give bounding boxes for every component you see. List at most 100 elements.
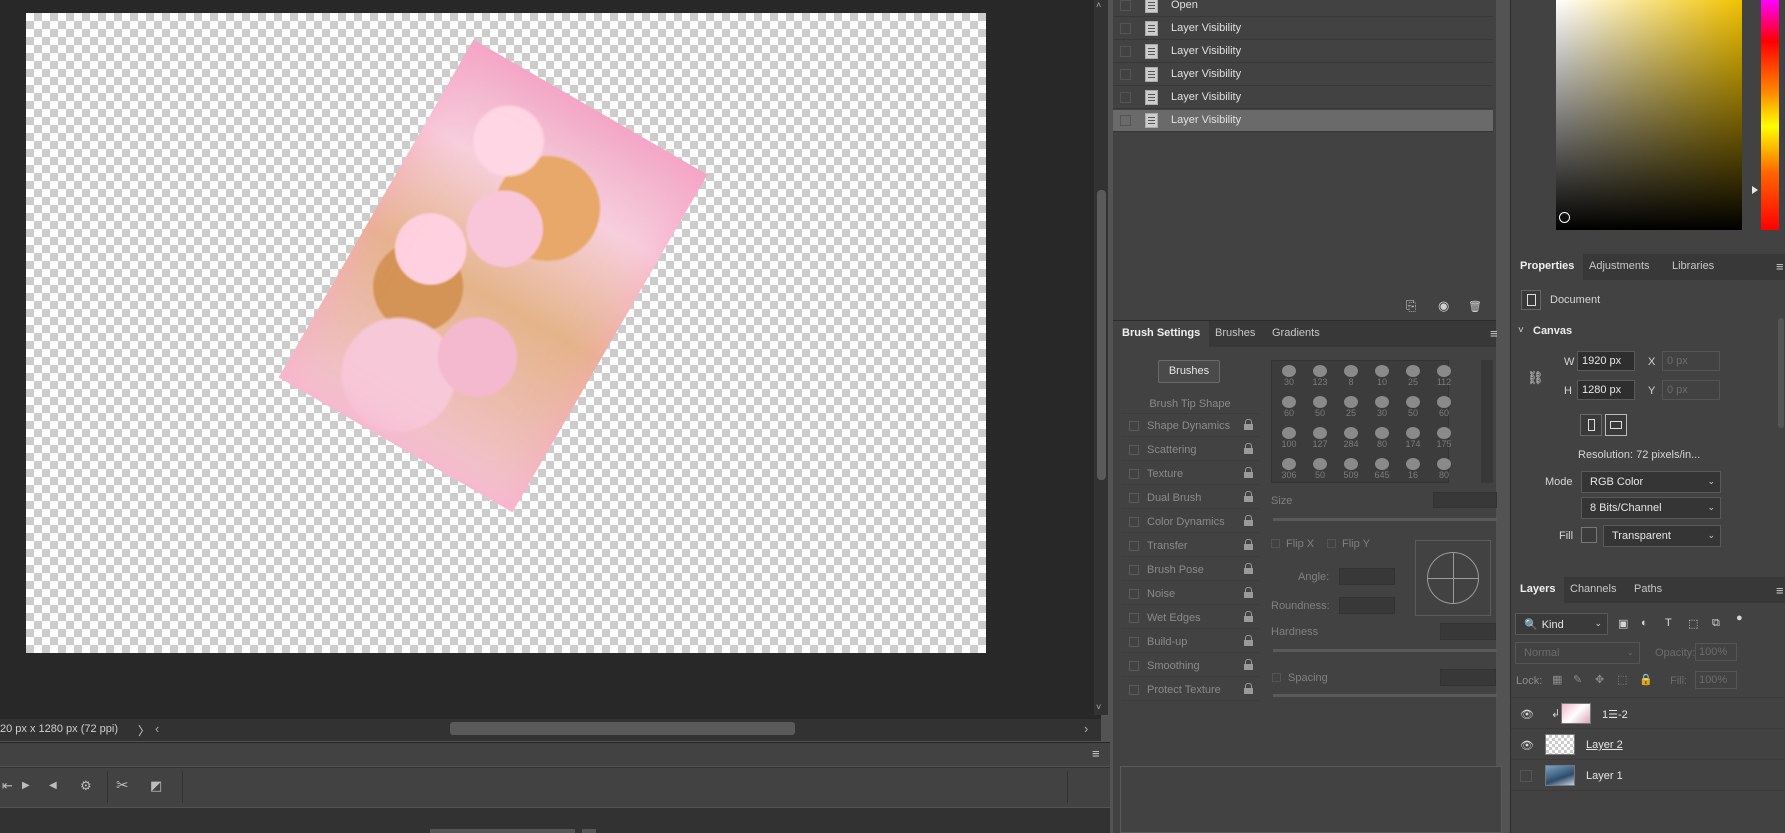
lock-icon[interactable] xyxy=(1244,491,1253,502)
lock-icon[interactable] xyxy=(1244,539,1253,550)
portrait-orientation-icon[interactable] xyxy=(1580,414,1602,436)
brush-option[interactable]: Protect Texture xyxy=(1121,679,1259,701)
color-mode-select[interactable]: RGB Color ⌄ xyxy=(1581,471,1721,493)
fill-opacity-field[interactable]: 100% xyxy=(1695,671,1737,689)
color-picker-field[interactable] xyxy=(1556,0,1742,230)
brush-preset[interactable]: 30 xyxy=(1274,363,1304,395)
angle-field[interactable] xyxy=(1339,568,1395,585)
brush-option[interactable]: Transfer xyxy=(1121,535,1259,557)
brushes-button[interactable]: Brushes xyxy=(1158,360,1220,383)
scroll-left-icon[interactable]: ‹ xyxy=(155,721,159,736)
bit-depth-select[interactable]: 8 Bits/Channel ⌄ xyxy=(1581,497,1721,519)
tab-channels[interactable]: Channels xyxy=(1561,577,1625,603)
lock-position-icon[interactable]: ✥ xyxy=(1595,673,1604,686)
brush-preset[interactable]: 112 xyxy=(1429,363,1459,395)
y-field[interactable]: 0 px xyxy=(1662,380,1720,400)
brush-option[interactable]: Wet Edges xyxy=(1121,607,1259,629)
settings-icon[interactable]: ⚙ xyxy=(80,778,92,794)
layer-row[interactable]: Layer 1 xyxy=(1511,761,1785,791)
lock-icon[interactable] xyxy=(1244,659,1253,670)
transition-icon[interactable]: ◩ xyxy=(150,778,162,794)
brush-option-checkbox[interactable] xyxy=(1129,469,1139,479)
spacing-checkbox[interactable] xyxy=(1272,673,1281,682)
flip-x-checkbox[interactable] xyxy=(1271,539,1280,548)
brush-option[interactable]: Texture xyxy=(1121,463,1259,485)
blend-mode-select[interactable]: Normal ⌄ xyxy=(1515,642,1640,664)
properties-scrollbar[interactable] xyxy=(1778,318,1784,428)
timeline-menu-icon[interactable]: ≡ xyxy=(1092,746,1100,761)
timeline-track-handle[interactable] xyxy=(582,829,596,833)
brush-option[interactable]: Color Dynamics xyxy=(1121,511,1259,533)
brush-preset[interactable]: 123 xyxy=(1305,363,1335,395)
brush-preset[interactable]: 100 xyxy=(1274,425,1304,457)
brush-option[interactable]: Shape Dynamics xyxy=(1121,415,1259,437)
height-field[interactable]: 1280 px xyxy=(1577,380,1635,400)
properties-menu-icon[interactable]: ≡ xyxy=(1776,259,1784,274)
tab-brushes[interactable]: Brushes xyxy=(1206,321,1264,347)
brush-preset[interactable]: 174 xyxy=(1398,425,1428,457)
history-state[interactable]: Layer Visibility xyxy=(1113,64,1493,86)
history-state[interactable]: Layer Visibility xyxy=(1113,41,1493,63)
snapshot-icon[interactable]: ◉ xyxy=(1438,298,1449,314)
layer-name[interactable]: 1☰-2 xyxy=(1602,708,1628,721)
brush-preset[interactable]: 60 xyxy=(1274,394,1304,426)
history-source-checkbox[interactable] xyxy=(1120,92,1131,103)
canvas[interactable] xyxy=(26,13,986,653)
history-source-checkbox[interactable] xyxy=(1120,23,1131,34)
brush-preset[interactable]: 25 xyxy=(1336,394,1366,426)
first-frame-icon[interactable]: ⇤ xyxy=(2,778,13,794)
brush-preset[interactable]: 80 xyxy=(1367,425,1397,457)
timeline-track-bar[interactable] xyxy=(430,829,575,833)
filter-toggle-icon[interactable]: ● xyxy=(1736,612,1743,624)
canvas-section-header[interactable]: Canvas xyxy=(1533,325,1572,337)
prev-frame-icon[interactable]: ◀ xyxy=(49,780,57,791)
history-state[interactable]: Open xyxy=(1113,0,1493,17)
lock-transparent-icon[interactable]: ▦ xyxy=(1552,673,1562,686)
brush-option-checkbox[interactable] xyxy=(1129,685,1139,695)
pixel-filter-icon[interactable]: ▣ xyxy=(1618,617,1628,630)
lock-icon[interactable] xyxy=(1244,587,1253,598)
hue-slider[interactable] xyxy=(1761,0,1779,230)
layer-row[interactable]: 👁 Layer 2 xyxy=(1511,730,1785,760)
brush-option-checkbox[interactable] xyxy=(1129,589,1139,599)
brush-option-checkbox[interactable] xyxy=(1129,541,1139,551)
preset-scrollbar[interactable] xyxy=(1481,360,1493,483)
visibility-eye-icon[interactable]: 👁 xyxy=(1520,739,1534,752)
lock-pixels-icon[interactable]: ✎ xyxy=(1573,673,1582,686)
visibility-toggle-empty[interactable] xyxy=(1520,770,1532,782)
history-state[interactable]: Layer Visibility xyxy=(1113,87,1493,109)
brush-preset[interactable]: 10 xyxy=(1367,363,1397,395)
layers-menu-icon[interactable]: ≡ xyxy=(1776,583,1784,598)
spacing-slider[interactable] xyxy=(1273,694,1497,697)
layer-name[interactable]: Layer 1 xyxy=(1586,770,1623,782)
hardness-field[interactable] xyxy=(1440,623,1496,640)
opacity-field[interactable]: 100% xyxy=(1695,643,1737,661)
brush-option-checkbox[interactable] xyxy=(1129,613,1139,623)
scroll-up-icon[interactable]: ˄ xyxy=(1096,0,1101,10)
brush-option-checkbox[interactable] xyxy=(1129,421,1139,431)
history-state[interactable]: Layer Visibility xyxy=(1113,18,1493,40)
vertical-scrollbar-thumb[interactable] xyxy=(1097,190,1106,480)
brush-preset[interactable]: 50 xyxy=(1305,456,1335,488)
brush-preset[interactable]: 306 xyxy=(1274,456,1304,488)
layer-name[interactable]: Layer 2 xyxy=(1586,739,1623,751)
lock-icon[interactable] xyxy=(1244,611,1253,622)
brush-option[interactable]: Smoothing xyxy=(1121,655,1259,677)
canvas-collapse-icon[interactable]: ˅ xyxy=(1518,325,1524,336)
size-slider[interactable] xyxy=(1273,518,1497,521)
horizontal-scrollbar-thumb[interactable] xyxy=(450,722,795,735)
spacing-field[interactable] xyxy=(1440,669,1496,686)
brush-option[interactable]: Brush Pose xyxy=(1121,559,1259,581)
tab-libraries[interactable]: Libraries xyxy=(1663,254,1723,280)
width-field[interactable]: 1920 px xyxy=(1577,351,1635,371)
flip-y-checkbox[interactable] xyxy=(1327,539,1336,548)
brush-tip-shape[interactable]: Brush Tip Shape xyxy=(1121,394,1259,414)
fill-swatch[interactable] xyxy=(1581,527,1597,543)
color-picker-cursor[interactable] xyxy=(1559,212,1570,223)
brush-option-checkbox[interactable] xyxy=(1129,445,1139,455)
brush-preset[interactable]: 645 xyxy=(1367,456,1397,488)
brush-option[interactable]: Scattering xyxy=(1121,439,1259,461)
history-source-checkbox[interactable] xyxy=(1120,0,1131,11)
hue-slider-arrow-icon[interactable] xyxy=(1752,186,1758,194)
lock-artboard-icon[interactable]: ⬚ xyxy=(1617,673,1627,686)
